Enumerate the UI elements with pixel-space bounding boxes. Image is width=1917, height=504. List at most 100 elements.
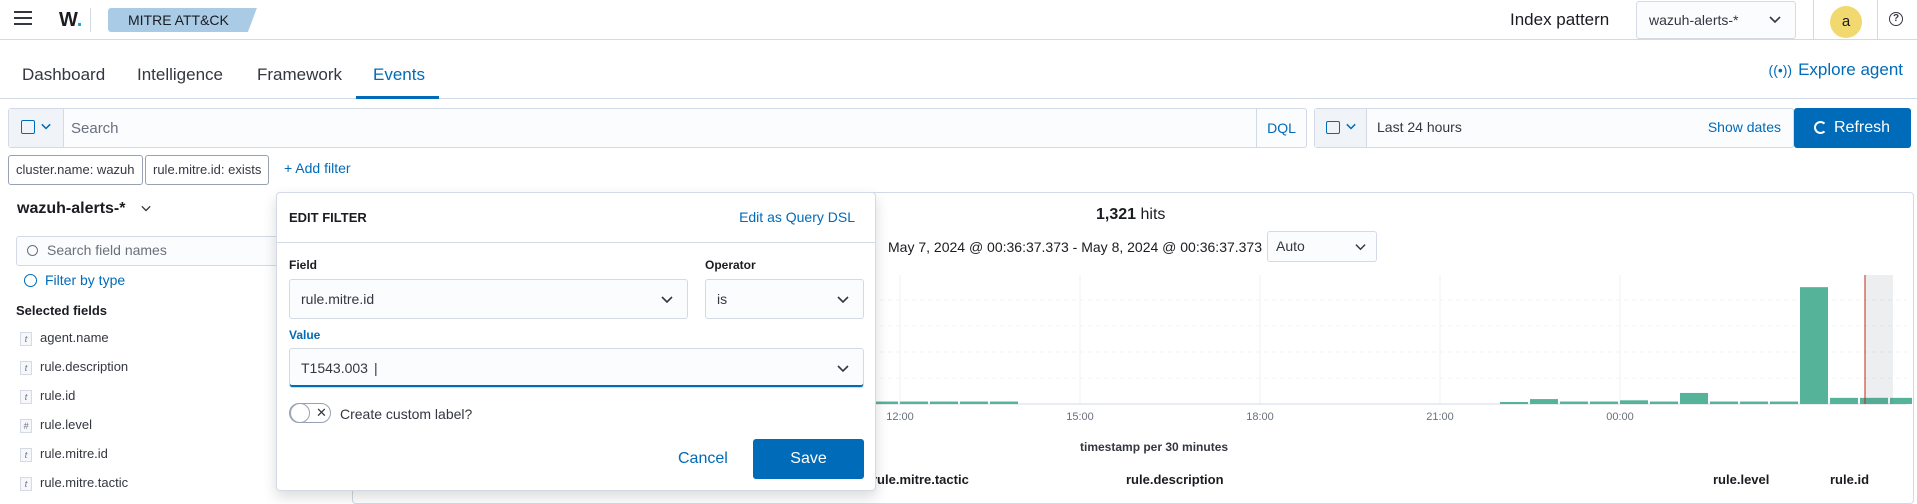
chevron-down-icon	[140, 203, 152, 213]
tab-dashboard[interactable]: Dashboard	[22, 65, 105, 85]
field-name: agent.name	[40, 330, 109, 345]
histogram-bar[interactable]	[960, 401, 988, 404]
histogram-bar[interactable]	[1890, 397, 1912, 404]
chart-tick-label: 21:00	[1426, 411, 1454, 423]
field-label: Field	[289, 258, 318, 272]
value-combobox[interactable]: T1543.003 |	[289, 348, 864, 388]
histogram-bar[interactable]	[1650, 401, 1678, 404]
add-filter-link[interactable]: + Add filter	[284, 160, 351, 176]
chevron-down-icon	[837, 293, 849, 305]
column-header-tactic[interactable]: rule.mitre.tactic	[872, 472, 969, 487]
field-item[interactable]: t rule.mitre.tactic	[20, 475, 128, 491]
selected-fields-heading: Selected fields	[16, 303, 108, 318]
column-header-level[interactable]: rule.level	[1713, 472, 1769, 487]
save-button[interactable]: Save	[753, 439, 864, 479]
field-item[interactable]: # rule.level	[20, 417, 92, 433]
custom-label-text: Create custom label?	[340, 406, 473, 422]
calendar-icon	[1326, 121, 1340, 134]
column-header-rule-id[interactable]: rule.id	[1830, 472, 1869, 487]
interval-select[interactable]: Auto	[1267, 231, 1377, 262]
query-bar: DQL	[8, 108, 1307, 148]
popover-title: EDIT FILTER	[289, 210, 367, 225]
histogram-bar[interactable]	[1590, 401, 1618, 404]
toggle-knob	[290, 403, 310, 423]
field-name: rule.level	[40, 417, 93, 432]
value-label: Value	[289, 328, 321, 342]
chart-x-axis-title: timestamp per 30 minutes	[1080, 440, 1229, 454]
histogram-bar[interactable]	[990, 401, 1018, 404]
histogram-bar[interactable]	[1740, 401, 1768, 404]
histogram-bar[interactable]	[1680, 392, 1708, 404]
cancel-button[interactable]: Cancel	[678, 450, 728, 468]
string-type-icon: t	[20, 477, 32, 491]
chart-tick-label: 18:00	[1246, 411, 1274, 423]
histogram-bar[interactable]	[1830, 397, 1858, 404]
wazuh-logo[interactable]: W.	[59, 9, 82, 32]
tab-events[interactable]: Events	[373, 65, 425, 85]
out-of-range-shade	[1865, 275, 1893, 404]
field-item[interactable]: t rule.mitre.id	[20, 446, 108, 462]
saved-query-button[interactable]	[9, 109, 64, 147]
histogram-bar[interactable]	[1530, 399, 1558, 404]
histogram-bar[interactable]	[900, 401, 928, 404]
filter-pill-mitre-id[interactable]: rule.mitre.id: exists	[145, 155, 270, 185]
histogram-bar[interactable]	[1800, 287, 1828, 404]
field-item[interactable]: t rule.description	[20, 359, 128, 375]
explore-agent-link[interactable]: ((•)) Explore agent	[1769, 60, 1903, 80]
chevron-down-icon	[1769, 13, 1781, 25]
edit-as-dsl-link[interactable]: Edit as Query DSL	[739, 209, 855, 225]
breadcrumb-mitre[interactable]: MITRE ATT&CK	[108, 8, 257, 32]
edit-filter-popover: EDIT FILTER Edit as Query DSL Field rule…	[276, 192, 876, 491]
field-combobox[interactable]: rule.mitre.id	[289, 279, 688, 319]
chevron-down-icon	[1355, 241, 1366, 252]
refresh-button[interactable]: Refresh	[1794, 108, 1911, 148]
histogram-bar[interactable]	[1560, 401, 1588, 404]
help-icon[interactable]: ?	[1889, 12, 1903, 26]
field-name: rule.description	[40, 359, 129, 374]
histogram-bar[interactable]	[1770, 401, 1798, 404]
chart-tick-label: 12:00	[886, 411, 914, 423]
broadcast-icon: ((•))	[1768, 62, 1793, 78]
refresh-icon	[1814, 121, 1827, 134]
hamburger-menu-icon[interactable]	[14, 11, 32, 27]
search-input[interactable]	[71, 116, 1231, 140]
module-tabs: Dashboard Intelligence Framework Events …	[0, 41, 1917, 99]
field-search-input[interactable]	[47, 242, 297, 258]
field-item[interactable]: t agent.name	[20, 330, 109, 346]
filter-pill-cluster[interactable]: cluster.name: wazuh	[8, 155, 143, 185]
tab-intelligence[interactable]: Intelligence	[137, 65, 223, 85]
histogram-bar[interactable]	[930, 401, 958, 404]
popover-divider	[277, 242, 875, 243]
index-pattern-switcher[interactable]: wazuh-alerts-*	[17, 200, 152, 218]
index-pattern-label: Index pattern	[1510, 10, 1610, 29]
chevron-down-icon	[661, 293, 673, 305]
date-range-text[interactable]: Last 24 hours	[1377, 119, 1462, 135]
active-tab-indicator	[356, 96, 439, 99]
filter-by-type-button[interactable]: Filter by type	[24, 272, 125, 288]
number-type-icon: #	[20, 419, 32, 433]
chevron-down-icon	[837, 362, 849, 374]
field-name: rule.id	[40, 388, 76, 403]
custom-label-toggle[interactable]: ✕	[289, 403, 331, 423]
time-range-label: May 7, 2024 @ 00:36:37.373 - May 8, 2024…	[888, 239, 1263, 255]
header-divider	[1877, 0, 1878, 40]
search-icon	[27, 245, 38, 256]
close-icon: ✕	[316, 405, 327, 420]
column-header-description[interactable]: rule.description	[1126, 472, 1224, 487]
chart-tick-label: 00:00	[1606, 411, 1634, 423]
quick-date-button[interactable]	[1315, 109, 1367, 147]
tab-framework[interactable]: Framework	[257, 65, 342, 85]
operator-combobox[interactable]: is	[705, 279, 864, 319]
field-item[interactable]: t rule.id	[20, 388, 75, 404]
show-dates-link[interactable]: Show dates	[1708, 119, 1781, 135]
index-pattern-select[interactable]: wazuh-alerts-*	[1636, 1, 1796, 39]
histogram-bar[interactable]	[1620, 400, 1648, 404]
string-type-icon: t	[20, 448, 32, 462]
header-divider	[1813, 0, 1814, 40]
histogram-bar[interactable]	[1710, 401, 1738, 404]
field-name: rule.mitre.id	[40, 446, 108, 461]
user-avatar[interactable]: a	[1830, 6, 1862, 38]
filter-icon	[24, 274, 37, 287]
histogram-bar[interactable]	[1500, 402, 1528, 404]
query-language-button[interactable]: DQL	[1256, 109, 1306, 147]
